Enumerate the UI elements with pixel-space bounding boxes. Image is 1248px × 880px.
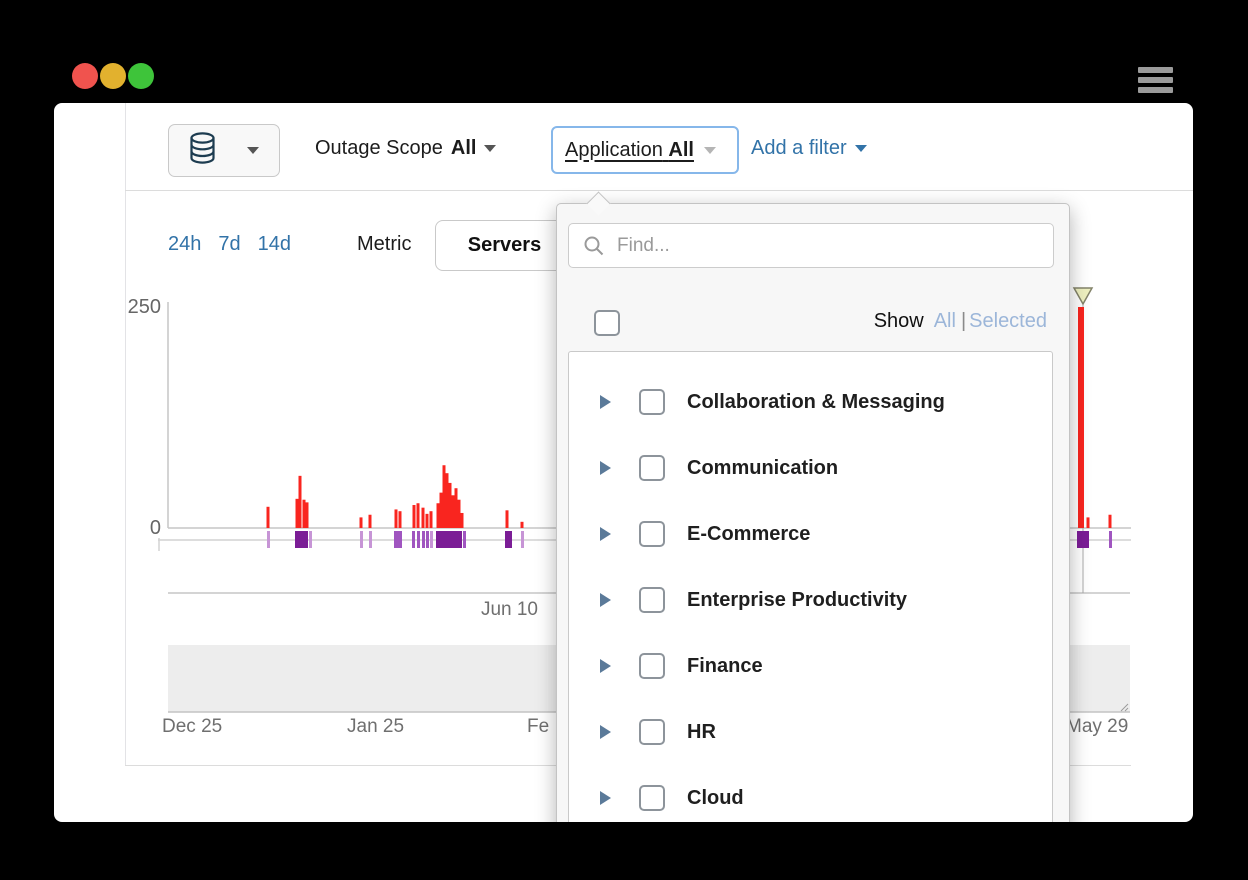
brush-label-dec25: Dec 25: [162, 716, 222, 738]
list-item-hr[interactable]: HR: [569, 699, 1052, 765]
show-separator: |: [961, 310, 966, 333]
category-checkbox[interactable]: [639, 587, 665, 613]
database-icon: [189, 132, 216, 169]
show-label: Show: [874, 310, 924, 333]
application-filter-panel: Show All | Selected Collaboration & Mess…: [556, 203, 1070, 822]
expand-arrow-icon[interactable]: [600, 791, 611, 805]
category-checkbox[interactable]: [639, 455, 665, 481]
category-label: Enterprise Productivity: [687, 589, 907, 612]
category-label: Communication: [687, 457, 838, 480]
category-checkbox[interactable]: [639, 719, 665, 745]
application-filter-label: Application: [565, 139, 663, 161]
chevron-down-icon: [484, 145, 496, 152]
expand-arrow-icon[interactable]: [600, 725, 611, 739]
app-window: Outage Scope All Application All Add a f…: [54, 103, 1193, 822]
expand-arrow-icon[interactable]: [600, 593, 611, 607]
category-checkbox[interactable]: [639, 653, 665, 679]
outage-scope-label: Outage Scope: [315, 137, 443, 160]
select-all-checkbox[interactable]: [594, 310, 620, 336]
list-item-collaboration-messaging[interactable]: Collaboration & Messaging: [569, 369, 1052, 435]
application-filter-dropdown[interactable]: Application All: [551, 126, 739, 174]
expand-arrow-icon[interactable]: [600, 461, 611, 475]
category-label: Cloud: [687, 787, 744, 810]
close-button[interactable]: [72, 63, 98, 89]
datasource-dropdown-button[interactable]: [168, 124, 280, 177]
chevron-down-icon: [855, 145, 867, 152]
expand-arrow-icon[interactable]: [600, 659, 611, 673]
list-item-finance[interactable]: Finance: [569, 633, 1052, 699]
list-item-cloud[interactable]: Cloud: [569, 765, 1052, 822]
category-label: E-Commerce: [687, 523, 810, 546]
x-axis-label-jun10: Jun 10: [454, 599, 538, 621]
y-tick-250: 250: [114, 296, 161, 319]
show-selected-option[interactable]: Selected: [969, 310, 1047, 333]
brush-label-feb: Fe: [527, 716, 549, 738]
chevron-down-icon: [704, 147, 716, 154]
annotation-marker-icon[interactable]: [1074, 288, 1092, 304]
add-filter-dropdown[interactable]: Add a filter: [751, 137, 867, 160]
category-checkbox[interactable]: [639, 785, 665, 811]
category-label: Finance: [687, 655, 763, 678]
application-filter-value: All: [668, 139, 694, 161]
list-item-communication[interactable]: Communication: [569, 435, 1052, 501]
list-item-e-commerce[interactable]: E-Commerce: [569, 501, 1052, 567]
add-filter-label: Add a filter: [751, 137, 847, 160]
expand-arrow-icon[interactable]: [600, 395, 611, 409]
show-toggle-group: Show All | Selected: [874, 310, 1047, 333]
outage-scope-dropdown[interactable]: Outage Scope All: [315, 137, 496, 160]
category-label: Collaboration & Messaging: [687, 391, 945, 414]
zoom-button[interactable]: [128, 63, 154, 89]
category-checkbox[interactable]: [639, 521, 665, 547]
category-label: HR: [687, 721, 716, 744]
brush-label-may: May 29: [1066, 716, 1128, 738]
expand-arrow-icon[interactable]: [600, 527, 611, 541]
outage-scope-value: All: [451, 137, 477, 160]
y-tick-0: 0: [114, 517, 161, 540]
find-search-box: [568, 223, 1054, 268]
brush-label-jan25: Jan 25: [347, 716, 404, 738]
chevron-down-icon: [247, 147, 259, 154]
search-icon: [583, 235, 605, 257]
minimize-button[interactable]: [100, 63, 126, 89]
screen: { "titlebar": { "traffic_lights": { "clo…: [0, 0, 1248, 880]
find-search-input[interactable]: [615, 234, 1053, 258]
application-category-list: Collaboration & Messaging Communication …: [568, 351, 1053, 822]
list-item-enterprise-productivity[interactable]: Enterprise Productivity: [569, 567, 1052, 633]
category-checkbox[interactable]: [639, 389, 665, 415]
show-all-option[interactable]: All: [934, 310, 956, 333]
